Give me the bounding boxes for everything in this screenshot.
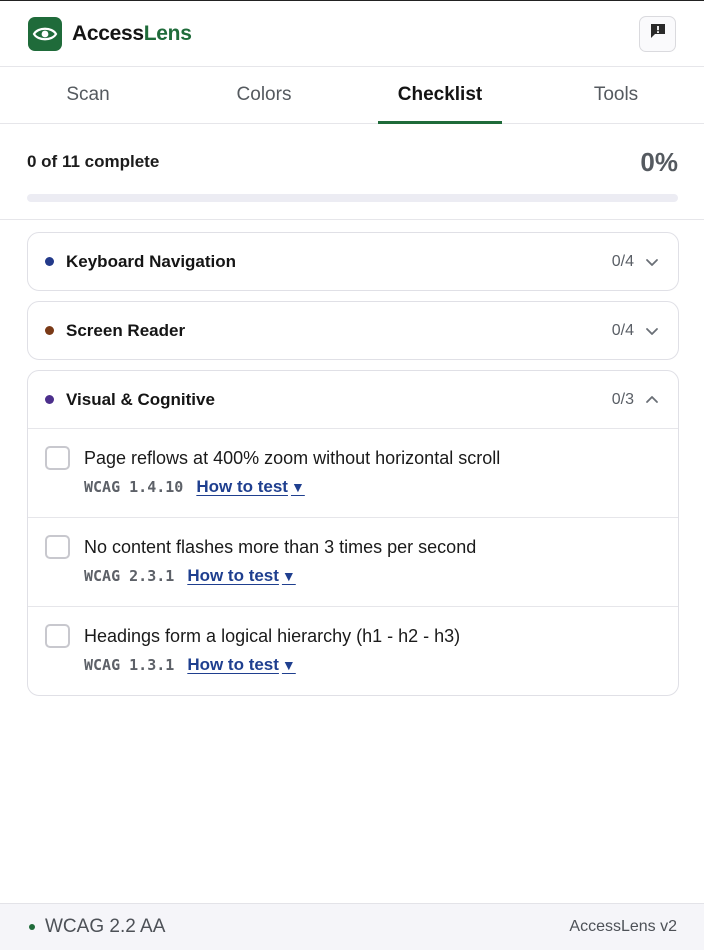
- brand-part-access: Access: [72, 21, 144, 45]
- section-title: Visual & Cognitive: [66, 389, 215, 409]
- app-version: AccessLens v2: [569, 918, 677, 935]
- tab-label: Colors: [236, 84, 292, 105]
- section-visual-cognitive: Visual & Cognitive 0/3 Page reflows at 4…: [27, 370, 679, 696]
- progress-label: 0 of 11 complete: [27, 152, 160, 171]
- section-count: 0/4: [611, 321, 634, 339]
- section-dot: [45, 326, 54, 335]
- checklist-item: No content flashes more than 3 times per…: [28, 517, 678, 606]
- tab-bar: Scan Colors Checklist Tools: [0, 67, 704, 124]
- section-header[interactable]: Screen Reader 0/4: [28, 302, 678, 359]
- link-label: How to test: [196, 477, 288, 496]
- wcag-criterion: WCAG 1.3.1: [84, 656, 175, 674]
- app-brand: AccessLens: [72, 22, 192, 46]
- wcag-level: WCAG 2.2 AA: [45, 916, 166, 937]
- item-text: Page reflows at 400% zoom without horizo…: [84, 448, 501, 468]
- link-label: How to test: [187, 566, 279, 585]
- app-header: AccessLens: [0, 1, 704, 67]
- section-title: Screen Reader: [66, 320, 186, 340]
- status-footer: WCAG 2.2 AA AccessLens v2: [0, 903, 704, 950]
- section-count: 0/4: [611, 252, 634, 270]
- section-count: 0/3: [611, 390, 634, 408]
- checklist-sections: Keyboard Navigation 0/4 Screen Reader 0/…: [27, 232, 679, 706]
- tab-label: Tools: [593, 84, 639, 105]
- feedback-button[interactable]: [639, 15, 676, 52]
- chevron-up-icon: [644, 392, 660, 408]
- checklist-item: Headings form a logical hierarchy (h1 - …: [28, 606, 678, 695]
- section-header[interactable]: Keyboard Navigation 0/4: [28, 233, 678, 290]
- item-checkbox[interactable]: [45, 624, 70, 648]
- how-to-test-link[interactable]: How to test ▼: [196, 477, 304, 497]
- triangle-down-icon: ▼: [281, 568, 296, 584]
- tab-label: Checklist: [397, 84, 483, 105]
- how-to-test-link[interactable]: How to test ▼: [187, 566, 295, 586]
- triangle-down-icon: ▼: [281, 657, 296, 673]
- progress-bar: [27, 194, 678, 202]
- section-title: Keyboard Navigation: [66, 251, 237, 271]
- tab-label: Scan: [66, 84, 110, 105]
- item-text: No content flashes more than 3 times per…: [84, 537, 477, 557]
- link-label: How to test: [187, 655, 279, 674]
- section-dot: [45, 257, 54, 266]
- wcag-criterion: WCAG 1.4.10: [84, 478, 184, 496]
- checklist-item: Page reflows at 400% zoom without horizo…: [28, 428, 678, 517]
- section-keyboard-navigation: Keyboard Navigation 0/4: [27, 232, 679, 291]
- tab-checklist[interactable]: Checklist: [352, 67, 528, 123]
- tab-colors[interactable]: Colors: [176, 67, 352, 123]
- progress-percent: 0%: [640, 146, 678, 177]
- section-header[interactable]: Visual & Cognitive 0/3: [28, 371, 678, 428]
- feedback-icon: [649, 22, 667, 45]
- chevron-down-icon: [644, 254, 660, 270]
- brand-part-lens: Lens: [143, 21, 192, 45]
- item-checkbox[interactable]: [45, 535, 70, 559]
- tab-scan[interactable]: Scan: [0, 67, 176, 123]
- section-dot: [45, 395, 54, 404]
- item-text: Headings form a logical hierarchy (h1 - …: [84, 626, 461, 646]
- triangle-down-icon: ▼: [290, 479, 305, 495]
- eye-icon: [28, 16, 62, 51]
- tab-tools[interactable]: Tools: [528, 67, 704, 123]
- section-screen-reader: Screen Reader 0/4: [27, 301, 679, 360]
- chevron-down-icon: [644, 323, 660, 339]
- progress-summary: 0 of 11 complete 0%: [0, 124, 704, 220]
- status-dot: [29, 924, 35, 930]
- wcag-criterion: WCAG 2.3.1: [84, 567, 175, 585]
- how-to-test-link[interactable]: How to test ▼: [187, 655, 295, 675]
- item-checkbox[interactable]: [45, 446, 70, 470]
